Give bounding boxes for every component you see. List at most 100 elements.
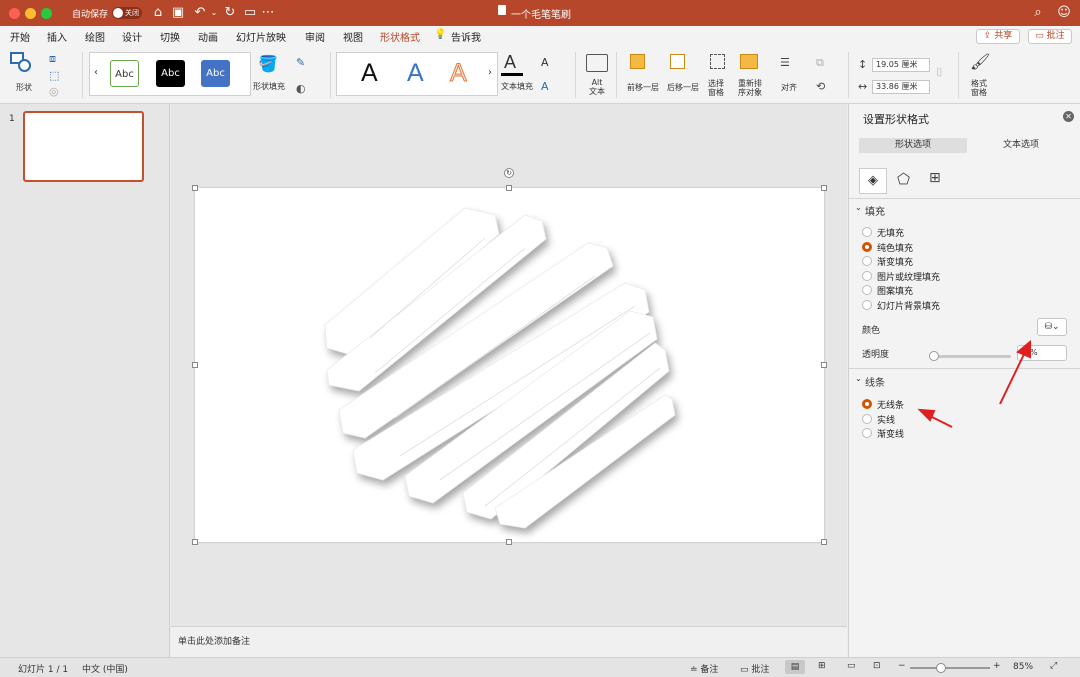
autosave-toggle[interactable]: 关闭 (112, 7, 142, 19)
wordart-orange[interactable]: A (450, 59, 468, 88)
zoom-slider-track[interactable] (910, 667, 990, 669)
style-outline[interactable]: Abc (110, 60, 139, 87)
save-icon[interactable]: ▣ (170, 5, 186, 21)
zoom-window-button[interactable] (41, 8, 52, 19)
style-blue[interactable]: Abc (201, 60, 230, 87)
redo-icon[interactable]: ↻ (222, 5, 238, 21)
wordart-blue[interactable]: A (407, 59, 424, 88)
wordart-black[interactable]: A (361, 59, 378, 88)
line-radio-1[interactable] (862, 413, 872, 424)
slideshow-icon[interactable]: ▭ (242, 5, 258, 21)
effects-pentagon-icon[interactable]: ⬠ (897, 170, 910, 188)
search-icon[interactable]: ⌕ (1030, 5, 1046, 21)
text-box-icon[interactable]: ⧈ (49, 52, 56, 66)
resize-handle-top-left[interactable] (192, 185, 198, 191)
shapes-button[interactable] (10, 52, 32, 74)
transparency-slider-thumb[interactable] (929, 351, 939, 361)
zoom-out-icon[interactable]: − (898, 661, 906, 671)
zoom-slider-thumb[interactable] (936, 663, 946, 673)
tab-tell-me[interactable]: 告诉我 (451, 29, 481, 44)
tab-design[interactable]: 设计 (122, 29, 142, 44)
line-option-label[interactable]: 渐变线 (877, 427, 904, 440)
resize-handle-top[interactable] (506, 185, 512, 191)
tab-transitions[interactable]: 切换 (160, 29, 180, 44)
format-pane-icon[interactable]: 🖌 (970, 52, 990, 71)
scroll-right-icon[interactable]: › (488, 67, 492, 78)
normal-view-icon[interactable]: ▤ (785, 660, 805, 674)
notes-pane[interactable]: 单击此处添加备注 (171, 626, 847, 657)
rotate-icon[interactable]: ⟲ (816, 80, 825, 93)
scroll-left-icon[interactable]: ‹ (94, 67, 98, 78)
alt-text-icon[interactable] (586, 54, 608, 72)
fill-radio-4[interactable] (862, 285, 872, 296)
fill-radio-5[interactable] (862, 300, 872, 310)
tab-insert[interactable]: 插入 (47, 29, 67, 44)
fill-radio-1[interactable] (862, 241, 872, 252)
fill-option-label[interactable]: 渐变填充 (877, 255, 913, 268)
line-radio-2[interactable] (862, 428, 872, 439)
send-backward-icon[interactable] (670, 54, 685, 69)
notes-button[interactable]: ≐ 备注 (690, 662, 718, 675)
close-window-button[interactable] (9, 8, 20, 19)
merge-shapes-icon[interactable]: ◎ (49, 85, 59, 98)
comments-status-button[interactable]: ▭ 批注 (740, 662, 769, 675)
tab-draw[interactable]: 绘图 (85, 29, 105, 44)
transparency-slider-track[interactable] (933, 355, 1011, 358)
paint-bucket-icon[interactable]: 🪣 (258, 54, 278, 73)
resize-handle-right[interactable] (821, 362, 827, 368)
chevron-down-icon[interactable]: ⌄ (855, 203, 862, 212)
size-properties-icon[interactable]: ⊞ (929, 170, 941, 186)
height-input[interactable]: 19.05 厘米 (872, 58, 930, 72)
style-black[interactable]: Abc (156, 60, 185, 87)
transparency-input[interactable]: % (1017, 345, 1067, 361)
bring-forward-icon[interactable] (630, 54, 645, 69)
fit-to-window-icon[interactable]: ⤢ (1050, 661, 1057, 671)
reading-view-icon[interactable]: ▭ (847, 661, 856, 671)
align-icon[interactable]: ☰ (780, 56, 790, 69)
line-option-label[interactable]: 无线条 (877, 398, 904, 411)
zoom-in-icon[interactable]: + (993, 661, 1001, 671)
tab-slideshow[interactable]: 幻灯片放映 (236, 29, 286, 44)
color-picker-button[interactable]: ⛁⌄ (1037, 318, 1067, 336)
edit-shape-icon[interactable]: ⬚ (49, 69, 59, 82)
tab-text-options[interactable]: 文本选项 (967, 138, 1075, 153)
tab-home[interactable]: 开始 (10, 29, 30, 44)
comments-button[interactable]: ▭ 批注 (1028, 29, 1072, 44)
text-fill-icon[interactable]: A (504, 52, 516, 73)
line-section-header[interactable]: 线条 (865, 374, 885, 389)
fill-radio-0[interactable] (862, 227, 872, 237)
fill-line-icon[interactable]: ◈ (859, 168, 887, 194)
close-icon[interactable]: ✕ (1063, 111, 1074, 122)
zoom-level[interactable]: 85% (1013, 662, 1033, 672)
slideshow-view-icon[interactable]: ⊡ (873, 661, 881, 671)
shape-outline-icon[interactable]: ✎ (296, 56, 305, 69)
chevron-down-icon[interactable]: ⌄ (855, 374, 862, 383)
fill-option-label[interactable]: 幻灯片背景填充 (877, 299, 940, 312)
shape-effects-icon[interactable]: ◐ (296, 82, 306, 95)
width-input[interactable]: 33.86 厘米 (872, 80, 930, 94)
resize-handle-bottom-right[interactable] (821, 539, 827, 545)
tab-animations[interactable]: 动画 (198, 29, 218, 44)
group-icon[interactable]: ⧉ (816, 56, 824, 70)
tab-view[interactable]: 视图 (343, 29, 363, 44)
language-indicator[interactable]: 中文 (中国) (82, 662, 128, 675)
resize-handle-top-right[interactable] (821, 185, 827, 191)
fill-radio-2[interactable] (862, 256, 872, 267)
fill-radio-3[interactable] (862, 270, 872, 281)
selection-pane-icon[interactable] (710, 54, 725, 69)
fill-section-header[interactable]: 填充 (865, 203, 885, 218)
line-radio-0[interactable] (862, 399, 872, 409)
slide-thumbnail[interactable] (23, 111, 144, 182)
share-button[interactable]: ⇪ 共享 (976, 29, 1020, 44)
minimize-window-button[interactable] (25, 8, 36, 19)
chevron-down-icon[interactable]: ⌄ (206, 5, 222, 21)
fill-option-label[interactable]: 无填充 (877, 226, 904, 239)
smiley-icon[interactable]: ☺ (1056, 5, 1072, 21)
tab-shape-options[interactable]: 形状选项 (859, 138, 967, 153)
text-outline-icon[interactable]: A (541, 56, 549, 69)
resize-handle-bottom[interactable] (506, 539, 512, 545)
tab-review[interactable]: 审阅 (305, 29, 325, 44)
fill-option-label[interactable]: 图片或纹理填充 (877, 270, 940, 283)
line-option-label[interactable]: 实线 (877, 413, 895, 426)
fill-option-label[interactable]: 图案填充 (877, 284, 913, 297)
